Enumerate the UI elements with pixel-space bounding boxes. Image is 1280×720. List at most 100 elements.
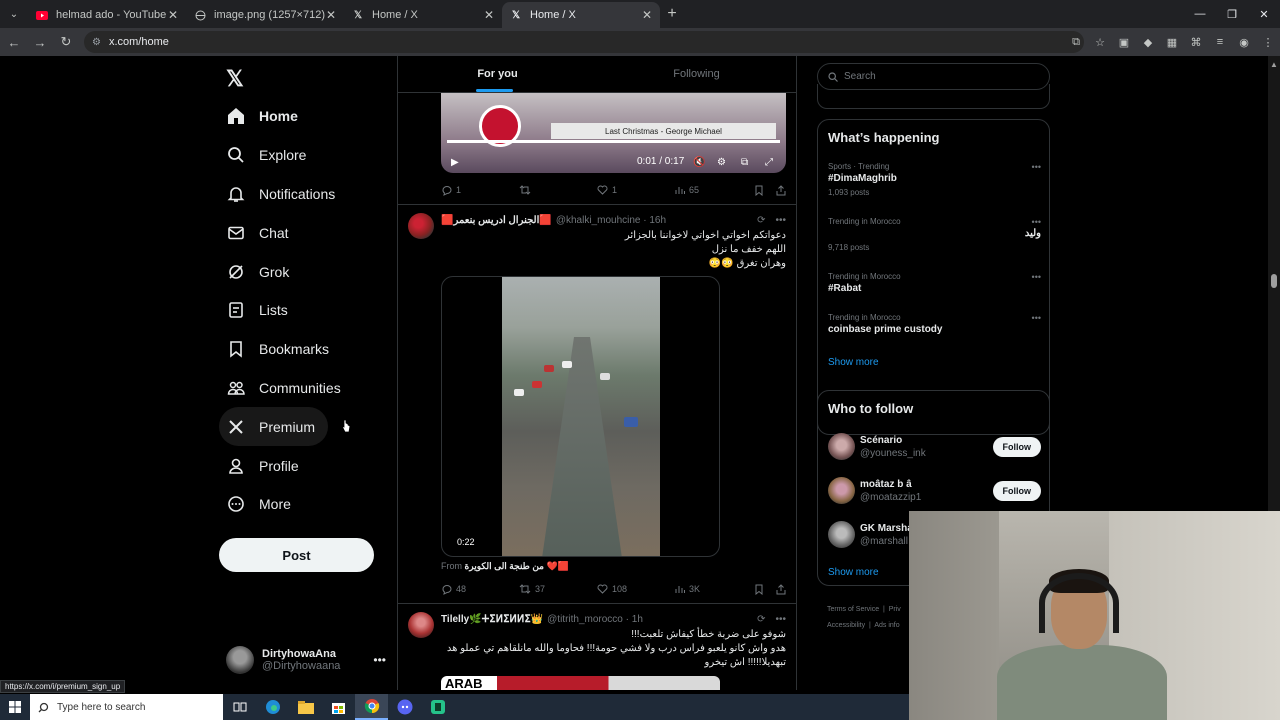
tweet-video[interactable]: 0:22 [441, 276, 720, 557]
fullscreen-icon[interactable]: ⤢ [765, 157, 773, 168]
retweet-button[interactable] [519, 185, 597, 195]
file-explorer-icon[interactable] [289, 694, 322, 720]
app-icon[interactable] [421, 694, 454, 720]
close-tab-icon[interactable]: ✕ [168, 8, 178, 22]
new-tab-button[interactable]: + [660, 5, 684, 23]
settings-icon[interactable]: ⚙ [717, 157, 726, 168]
nav-item-more[interactable]: More [219, 485, 379, 524]
footer-link[interactable]: Terms of Service [827, 606, 879, 613]
author-handle[interactable]: @khalki_mouhcine [556, 215, 641, 226]
reload-icon[interactable]: ↻ [54, 30, 78, 54]
search-input[interactable]: Search [817, 63, 1050, 90]
author-name[interactable]: 🟥الجنرال ادريس بنعمر🟥 [441, 215, 552, 226]
nav-item-chat[interactable]: Chat [219, 213, 379, 252]
tweet-media[interactable]: ARAB [441, 676, 720, 690]
more-icon[interactable]: ••• [775, 614, 786, 625]
back-icon[interactable]: ← [2, 30, 26, 54]
scrollbar-thumb[interactable] [1271, 274, 1277, 288]
tab-following[interactable]: Following [597, 56, 796, 92]
bookmark-icon[interactable] [754, 185, 764, 196]
nav-item-grok[interactable]: Grok [219, 252, 379, 291]
from-community[interactable]: From من طنجة الى الكويرة ❤️🟥 [441, 561, 569, 572]
more-icon[interactable]: ••• [1032, 162, 1041, 172]
tweet-time[interactable]: 1h [632, 614, 643, 625]
browser-tab[interactable]: helmad ado - YouTube ✕ [28, 2, 186, 28]
account-switcher[interactable]: DirtyhowaAna @Dirtyhowaana ••• [226, 646, 386, 674]
like-button[interactable]: 108 [597, 584, 675, 594]
chrome-icon[interactable] [355, 694, 388, 720]
more-icon[interactable]: ••• [1032, 217, 1041, 227]
translate-icon[interactable]: ▣ [1112, 36, 1136, 49]
nav-item-home[interactable]: Home [219, 97, 379, 136]
tab-for-you[interactable]: For you [398, 56, 597, 92]
more-icon[interactable]: ••• [775, 215, 786, 226]
close-window-icon[interactable]: ✕ [1248, 0, 1280, 28]
reply-button[interactable]: 48 [441, 584, 519, 595]
share-icon[interactable] [776, 184, 786, 196]
video-player[interactable]: Last Christmas - George Michael ▶ 0:01 /… [441, 93, 786, 173]
trend-item[interactable]: Trending in Morocco #Rabat ••• [828, 272, 1041, 294]
browser-tab-active[interactable]: 𝕏 Home / X ✕ [502, 2, 660, 28]
taskbar-search-input[interactable]: Type here to search [30, 694, 223, 720]
windows-start-icon[interactable] [0, 694, 30, 720]
views-button[interactable]: 65 [675, 185, 753, 195]
nav-item-communities[interactable]: Communities [219, 369, 379, 408]
grok-icon[interactable]: ⟳ [757, 215, 765, 226]
avatar[interactable] [408, 213, 434, 239]
more-icon[interactable]: ••• [1032, 272, 1041, 282]
post-button[interactable]: Post [219, 538, 374, 572]
browser-tab[interactable]: image.png (1257×712) ✕ [186, 2, 344, 28]
x-logo-icon[interactable]: 𝕏 [226, 66, 244, 92]
puzzle-icon[interactable]: ⌘ [1184, 36, 1208, 49]
url-field[interactable]: ⚙ x.com/home [84, 31, 1084, 53]
footer-link[interactable]: Ads info [874, 622, 899, 629]
follow-suggestion[interactable]: Scénario @youness_ink Follow [828, 433, 1041, 460]
task-view-icon[interactable] [223, 694, 256, 720]
install-app-icon[interactable]: ⧉ [1064, 36, 1088, 49]
nav-item-bookmarks[interactable]: Bookmarks [219, 330, 379, 369]
extension-icon[interactable]: ◆ [1136, 36, 1160, 49]
footer-link[interactable]: Accessibility [827, 622, 865, 629]
trend-item[interactable]: Trending in Morocco وليد 9,718 posts ••• [828, 217, 1041, 252]
more-icon[interactable]: ••• [373, 653, 386, 667]
forward-icon[interactable]: → [28, 30, 52, 54]
grok-icon[interactable]: ⟳ [757, 614, 765, 625]
follow-suggestion[interactable]: moâtaz b â @moatazzip1 Follow [828, 477, 1041, 504]
extension-icon[interactable]: ▦ [1160, 36, 1184, 49]
nav-item-notifications[interactable]: Notifications [219, 175, 379, 214]
author-name[interactable]: Tilelly🌿ⵜⵉⵍⵉⵍⵍⵉ👑 [441, 614, 543, 625]
mute-icon[interactable]: 🔇 [693, 157, 705, 168]
play-icon[interactable]: ▶ [451, 157, 459, 168]
tab-search-button[interactable]: ⌄ [0, 0, 28, 28]
bookmark-icon[interactable] [754, 584, 764, 595]
reply-button[interactable]: 1 [441, 185, 519, 196]
kebab-menu-icon[interactable]: ⋮ [1256, 36, 1280, 49]
nav-item-premium[interactable]: Premium [219, 407, 328, 447]
close-tab-icon[interactable]: ✕ [484, 8, 494, 22]
edge-icon[interactable] [256, 694, 289, 720]
tweet-time[interactable]: 16h [649, 215, 666, 226]
trend-item[interactable]: Trending in Morocco coinbase prime custo… [828, 313, 1041, 335]
follow-button[interactable]: Follow [992, 480, 1041, 501]
more-icon[interactable]: ••• [1032, 313, 1041, 323]
follow-button[interactable]: Follow [992, 436, 1041, 457]
nav-item-explore[interactable]: Explore [219, 136, 379, 175]
scroll-up-icon[interactable]: ▲ [1270, 60, 1278, 69]
share-icon[interactable] [776, 583, 786, 595]
show-more-link[interactable]: Show more [828, 357, 879, 368]
minimize-icon[interactable]: — [1184, 0, 1216, 28]
close-tab-icon[interactable]: ✕ [642, 8, 652, 22]
star-icon[interactable]: ☆ [1088, 36, 1112, 49]
avatar[interactable] [408, 612, 434, 638]
store-icon[interactable] [322, 694, 355, 720]
reading-list-icon[interactable]: ≡ [1208, 36, 1232, 48]
retweet-button[interactable]: 37 [519, 584, 597, 594]
profile-icon[interactable]: ◉ [1232, 36, 1256, 49]
nav-item-profile[interactable]: Profile [219, 446, 379, 485]
views-button[interactable]: 3K [675, 584, 753, 594]
close-tab-icon[interactable]: ✕ [326, 8, 336, 22]
footer-link[interactable]: Priv [889, 606, 901, 613]
show-more-link[interactable]: Show more [828, 567, 879, 578]
video-progress-bar[interactable] [447, 140, 780, 143]
site-info-icon[interactable]: ⚙ [92, 37, 101, 48]
